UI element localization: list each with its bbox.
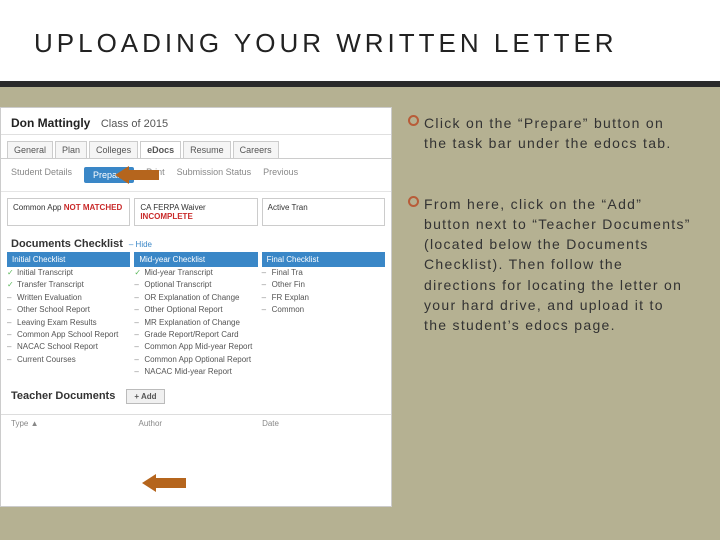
arrow-icon: [129, 170, 159, 182]
instruction-1: Click on the “Prepare” button on the tas…: [408, 113, 692, 154]
midyear-checklist: Mid-year Checklist Mid-year TranscriptOp…: [134, 252, 257, 379]
list-item: Grade Report/Report Card: [134, 329, 257, 341]
student-class: Class of 2015: [101, 118, 168, 130]
list-item: OR Explanation of Change: [134, 292, 257, 304]
list-item: Final Tra: [262, 267, 385, 279]
teacher-documents-title: Teacher Documents + Add: [1, 379, 391, 408]
status-ferpa: CA FERPA Waiver INCOMPLETE: [134, 198, 257, 226]
teacher-table-header: Type ▲ Author Date: [1, 414, 391, 432]
instruction-2: From here, click on the “Add” button nex…: [408, 194, 692, 336]
list-item: Optional Transcript: [134, 279, 257, 291]
student-header: Don Mattingly Class of 2015: [1, 108, 391, 135]
list-item: Initial Transcript: [7, 267, 130, 279]
documents-checklist-title: Documents Checklist– Hide: [1, 232, 391, 252]
slide-content: Don Mattingly Class of 2015 General Plan…: [0, 87, 720, 507]
list-item: Leaving Exam Results: [7, 317, 130, 329]
bullet-icon: [408, 196, 419, 207]
list-item: Transfer Transcript: [7, 279, 130, 291]
final-checklist: Final Checklist Final TraOther FinFR Exp…: [262, 252, 385, 379]
tab-colleges[interactable]: Colleges: [89, 141, 138, 158]
list-item: Mid-year Transcript: [134, 267, 257, 279]
subtab-previous[interactable]: Previous: [263, 167, 298, 183]
list-item: Current Courses: [7, 354, 130, 366]
list-item: Common App Mid-year Report: [134, 341, 257, 353]
sub-tabs: Student Details Prepare Print Submission…: [1, 158, 391, 192]
col-author[interactable]: Author: [138, 419, 162, 428]
status-row: Common App NOT MATCHED CA FERPA Waiver I…: [1, 192, 391, 232]
arrow-icon: [156, 478, 186, 490]
tab-resume[interactable]: Resume: [183, 141, 231, 158]
subtab-student-details[interactable]: Student Details: [11, 167, 72, 183]
list-item: NACAC School Report: [7, 341, 130, 353]
status-active-tran: Active Tran: [262, 198, 385, 226]
add-button[interactable]: + Add: [126, 389, 164, 404]
slide-header: UPLOADING YOUR WRITTEN LETTER: [0, 0, 720, 87]
tab-plan[interactable]: Plan: [55, 141, 87, 158]
hide-link[interactable]: – Hide: [129, 240, 152, 249]
list-item: Other Fin: [262, 279, 385, 291]
subtab-submission[interactable]: Submission Status: [177, 167, 252, 183]
list-item: Other School Report: [7, 304, 130, 316]
initial-checklist: Initial Checklist Initial TranscriptTran…: [7, 252, 130, 379]
list-item: FR Explan: [262, 292, 385, 304]
tab-careers[interactable]: Careers: [233, 141, 279, 158]
checklist-columns: Initial Checklist Initial TranscriptTran…: [1, 252, 391, 379]
instruction-panel: Click on the “Prepare” button on the tas…: [406, 107, 720, 507]
list-item: Common App School Report: [7, 329, 130, 341]
list-item: MR Explanation of Change: [134, 317, 257, 329]
list-item: NACAC Mid-year Report: [134, 366, 257, 378]
embedded-screenshot: Don Mattingly Class of 2015 General Plan…: [0, 107, 392, 507]
student-name: Don Mattingly: [11, 116, 90, 130]
tab-edocs[interactable]: eDocs: [140, 141, 181, 158]
list-item: Written Evaluation: [7, 292, 130, 304]
col-type[interactable]: Type ▲: [11, 419, 38, 428]
status-common-app: Common App NOT MATCHED: [7, 198, 130, 226]
col-date[interactable]: Date: [262, 419, 279, 428]
slide-title: UPLOADING YOUR WRITTEN LETTER: [34, 28, 686, 59]
main-tabs: General Plan Colleges eDocs Resume Caree…: [1, 135, 391, 158]
list-item: Common App Optional Report: [134, 354, 257, 366]
list-item: Common: [262, 304, 385, 316]
bullet-icon: [408, 115, 419, 126]
tab-general[interactable]: General: [7, 141, 53, 158]
list-item: Other Optional Report: [134, 304, 257, 316]
